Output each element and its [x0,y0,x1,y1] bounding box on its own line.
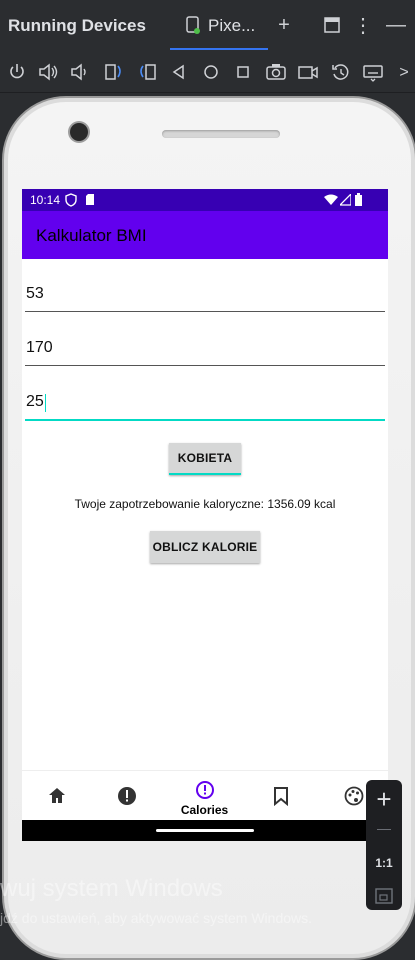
fit-screen-icon[interactable] [375,888,393,904]
earpiece-speaker [162,130,280,138]
nav-item-bookmark[interactable] [241,771,314,821]
weight-field[interactable] [25,279,385,312]
age-input[interactable] [25,389,381,415]
calculate-calories-button[interactable]: OBLICZ KALORIE [150,531,260,563]
ide-title-bar: Running Devices Pixe... + ⋮ — [0,0,415,52]
height-input[interactable] [25,335,381,361]
nav-selected-label: Calories [180,803,229,817]
gesture-navigation-bar [22,820,388,841]
more-options-button[interactable]: ⋮ [352,14,374,37]
rotate-left-icon[interactable] [103,61,125,83]
windows-activation-watermark-title: wuj system Windows [0,875,223,902]
shield-icon [65,193,77,207]
text-cursor [45,394,46,412]
rotate-right-icon[interactable] [136,61,158,83]
tab-label: Pixe... [208,16,256,35]
zoom-out-button[interactable]: — [366,820,402,836]
cellular-signal-icon [340,194,351,206]
gender-toggle-button[interactable]: KOBIETA [169,443,241,475]
volume-down-icon[interactable] [69,61,91,83]
gesture-handle[interactable] [156,829,254,832]
height-field[interactable] [25,333,385,366]
tab-pixel-device[interactable]: Pixe... [170,0,268,52]
status-time: 10:14 [30,193,61,207]
back-icon[interactable] [168,61,190,83]
volume-up-icon[interactable] [37,61,59,83]
device-screen[interactable]: 10:14 Kalkulator BMI KOBIETA Twoje zapot… [22,189,388,841]
zoom-controls: + — 1:1 [366,780,402,910]
status-bar: 10:14 [22,189,388,211]
weight-input[interactable] [25,281,381,307]
bookmark-icon [274,787,288,806]
calories-icon [196,781,214,799]
camera-icon[interactable] [265,61,287,83]
snapshot-icon[interactable] [330,61,352,83]
minimize-button[interactable]: — [385,14,407,36]
tab-selected-indicator [170,48,268,50]
panel-title: Running Devices [8,16,146,35]
front-camera [70,123,88,141]
actual-size-button[interactable]: 1:1 [366,856,402,870]
info-icon [118,787,136,805]
toolbar-overflow-chevron[interactable]: > [393,62,415,84]
app-bar: Kalkulator BMI [22,211,388,259]
power-icon[interactable] [6,61,28,83]
nav-item-home[interactable] [22,771,95,821]
age-field[interactable] [25,387,385,421]
palette-icon [344,786,364,806]
home-icon [49,788,65,803]
zoom-in-button[interactable]: + [366,784,402,814]
windows-activation-watermark-text: jdź do ustawień, aby aktywować system Wi… [0,910,313,926]
window-layout-icon[interactable] [321,14,343,36]
screen-record-icon[interactable] [297,61,319,83]
battery-icon [355,193,362,206]
add-tab-button[interactable]: + [273,14,295,36]
app-title: Kalkulator BMI [36,226,147,245]
device-toolbar: > [0,52,415,93]
keyboard-icon[interactable] [362,61,384,83]
nav-item-calories[interactable]: Calories [168,771,241,821]
nav-item-info[interactable] [95,771,168,821]
device-icon [186,16,200,34]
sd-card-icon [86,194,94,205]
bottom-navigation: Calories [22,770,388,821]
wifi-icon [324,194,338,205]
home-button-icon[interactable] [200,61,222,83]
calorie-result-text: Twoje zapotrzebowanie kaloryczne: 1356.0… [74,497,336,511]
overview-icon[interactable] [232,61,254,83]
